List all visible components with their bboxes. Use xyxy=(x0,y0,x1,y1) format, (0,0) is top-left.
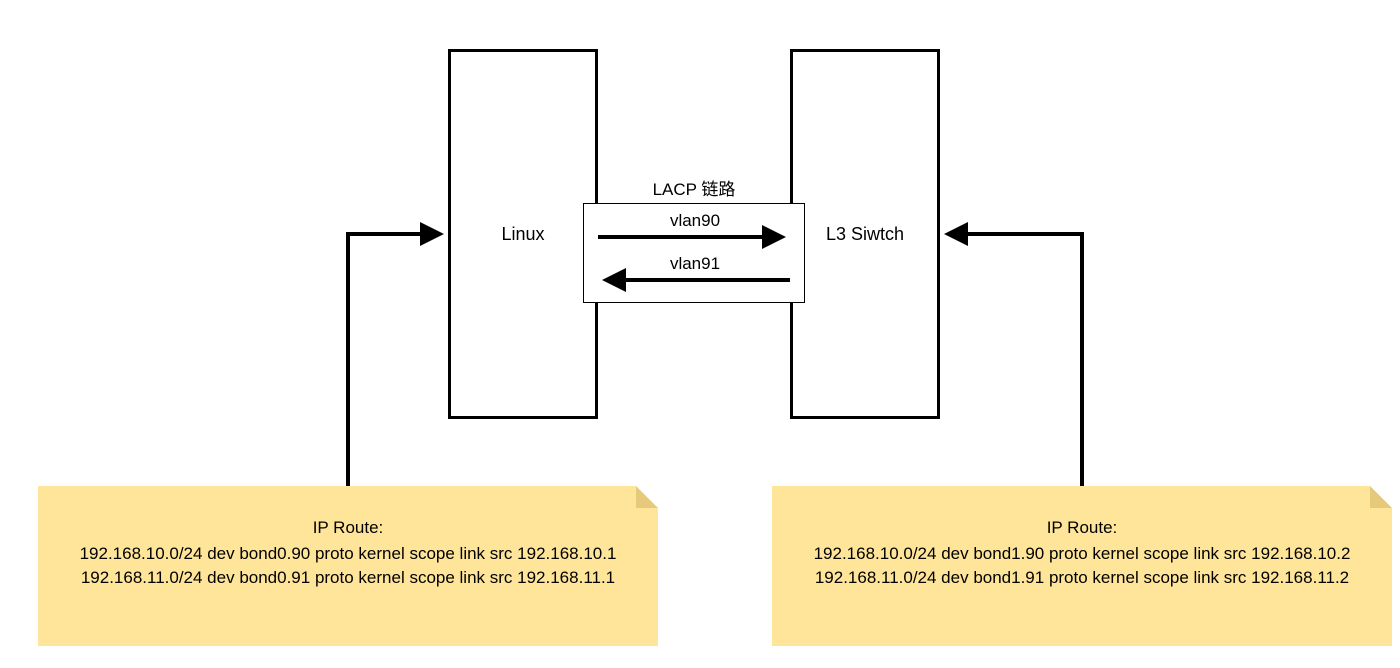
node-linux-label: Linux xyxy=(501,224,544,245)
note-fold-icon xyxy=(1370,486,1392,508)
note-left-line1: 192.168.10.0/24 dev bond0.90 proto kerne… xyxy=(38,542,658,566)
node-switch: L3 Siwtch xyxy=(790,49,940,419)
note-switch-routes: IP Route: 192.168.10.0/24 dev bond1.90 p… xyxy=(772,486,1392,646)
diagram-canvas: Linux L3 Siwtch LACP 链路 vlan90 vlan91 IP… xyxy=(0,0,1400,668)
note-left-title: IP Route: xyxy=(38,516,658,540)
note-right-line2: 192.168.11.0/24 dev bond1.91 proto kerne… xyxy=(772,566,1392,590)
note-left-line2: 192.168.11.0/24 dev bond0.91 proto kerne… xyxy=(38,566,658,590)
node-linux: Linux xyxy=(448,49,598,419)
note-fold-icon xyxy=(636,486,658,508)
note-right-title: IP Route: xyxy=(772,516,1392,540)
link-lacp-label: LACP 链路 xyxy=(634,175,754,200)
note-right-line1: 192.168.10.0/24 dev bond1.90 proto kerne… xyxy=(772,542,1392,566)
link-vlan91-label: vlan91 xyxy=(660,254,730,274)
note-linux-routes: IP Route: 192.168.10.0/24 dev bond0.90 p… xyxy=(38,486,658,646)
connector-note-left xyxy=(348,234,440,486)
link-vlan90-label: vlan90 xyxy=(660,211,730,231)
node-switch-label: L3 Siwtch xyxy=(826,224,904,245)
connector-note-right xyxy=(948,234,1082,486)
